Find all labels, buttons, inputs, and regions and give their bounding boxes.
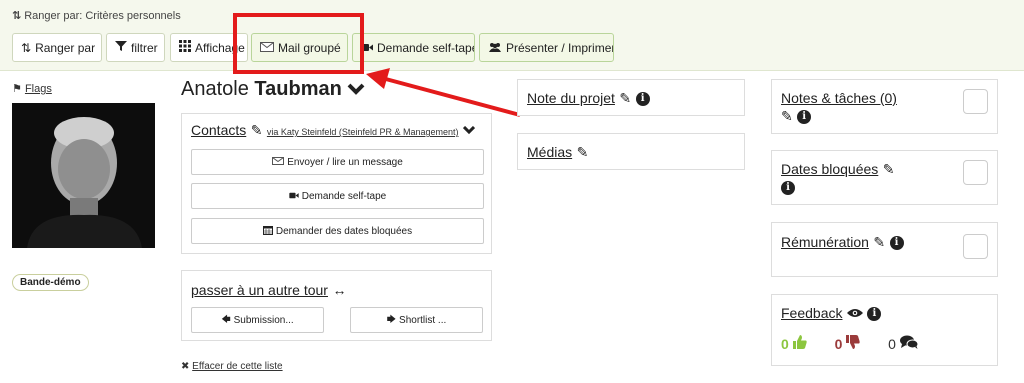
sort-caption-text: Ranger par: Critères personnels — [24, 10, 181, 22]
flag-icon: ⚑ — [12, 83, 22, 95]
remuneration-panel: Rémunération ✎ i — [771, 222, 998, 277]
pencil-icon[interactable]: ✎ — [577, 144, 589, 161]
tour-panel: passer à un autre tour ↔ 🡄 Submission...… — [181, 270, 492, 341]
feedback-title[interactable]: Feedback — [781, 305, 842, 321]
self-tape-request-label: Demande self-tape — [301, 190, 387, 202]
blocked-dates-checkbox[interactable] — [963, 160, 988, 185]
sort-icon: ⇅ — [12, 10, 22, 22]
pencil-icon[interactable]: ✎ — [781, 108, 793, 125]
send-message-button[interactable]: Envoyer / lire un message — [191, 149, 484, 175]
media-panel: Médias ✎ — [517, 133, 745, 170]
actor-name: Anatole Taubman — [181, 78, 365, 101]
flags-link[interactable]: ⚑ Flags — [12, 82, 52, 95]
display-button-label: Affichage — [195, 40, 245, 55]
demo-reel-badge[interactable]: Bande-démo — [12, 274, 89, 291]
calendar-icon — [262, 225, 273, 237]
notes-checkbox[interactable] — [963, 89, 988, 114]
remuneration-checkbox[interactable] — [963, 234, 988, 259]
shortlist-label: Shortlist ... — [399, 314, 447, 326]
users-icon — [488, 41, 502, 55]
switch-tour-title[interactable]: passer à un autre tour — [191, 282, 328, 298]
group-mail-label: Mail groupé — [278, 40, 341, 55]
submission-button[interactable]: 🡄 Submission... — [191, 307, 324, 333]
contacts-panel: Contacts ✎ via Katy Steinfeld (Steinfeld… — [181, 113, 492, 254]
envelope-icon — [272, 157, 285, 167]
present-print-label: Présenter / Imprimer — [506, 40, 614, 55]
pencil-icon[interactable]: ✎ — [619, 90, 631, 107]
sort-button-label: Ranger par — [35, 40, 96, 55]
info-icon[interactable]: i — [635, 91, 650, 106]
chevron-down-icon[interactable] — [347, 78, 365, 100]
clear-list-label: Effacer de cette liste — [192, 361, 283, 372]
video-camera-icon — [289, 191, 299, 201]
media-title[interactable]: Médias — [527, 144, 572, 160]
chevron-down-icon[interactable] — [462, 122, 476, 139]
comments-feedback[interactable]: 0 — [888, 335, 919, 352]
present-print-button[interactable]: Présenter / Imprimer — [479, 33, 614, 62]
positive-feedback[interactable]: 0 — [781, 335, 811, 352]
self-tape-toolbar-button[interactable]: Demande self-tape — [352, 33, 475, 62]
envelope-icon — [260, 41, 274, 55]
notes-panel: Notes & tâches (0) ✎ i — [771, 79, 998, 134]
arrow-left-icon: 🡄 — [221, 314, 231, 324]
grid-icon — [179, 40, 191, 55]
feedback-panel: Feedback i 0 0 0 — [771, 294, 998, 366]
filter-icon — [115, 40, 127, 55]
toolbar: ⇅ Ranger par: Critères personnels ⇅ Range… — [0, 0, 1024, 71]
project-note-panel: Note du projet ✎ i — [517, 79, 745, 116]
flags-label: Flags — [24, 83, 52, 95]
actor-last-name: Taubman — [254, 78, 342, 100]
submission-label: Submission... — [233, 314, 294, 326]
eye-icon[interactable] — [846, 305, 867, 322]
notes-title[interactable]: Notes & tâches (0) — [781, 90, 897, 106]
sort-caption: ⇅ Ranger par: Critères personnels — [12, 9, 181, 22]
pencil-icon[interactable]: ✎ — [873, 234, 885, 251]
actor-photo — [12, 103, 155, 248]
annotation-arrow — [366, 68, 521, 117]
filter-button-label: filtrer — [131, 40, 158, 55]
positive-count: 0 — [781, 336, 789, 352]
blocked-dates-title[interactable]: Dates bloquées — [781, 161, 878, 177]
project-note-title[interactable]: Note du projet — [527, 90, 615, 106]
negative-feedback[interactable]: 0 — [834, 335, 865, 352]
request-blocked-dates-button[interactable]: Demander des dates bloquées — [191, 218, 484, 244]
sort-icon: ⇅ — [21, 40, 32, 55]
contacts-title[interactable]: Contacts — [191, 122, 246, 138]
actor-first-name: Anatole — [181, 78, 249, 100]
group-mail-button[interactable]: Mail groupé — [251, 33, 348, 62]
comments-count: 0 — [888, 336, 896, 352]
request-blocked-dates-label: Demander des dates bloquées — [275, 225, 413, 237]
shortlist-button[interactable]: 🡆 Shortlist ... — [350, 307, 483, 333]
blocked-dates-panel: Dates bloquées ✎ i — [771, 150, 998, 205]
sort-button[interactable]: ⇅ Ranger par — [12, 33, 102, 62]
info-icon[interactable]: i — [797, 109, 812, 124]
comments-icon — [899, 335, 919, 352]
close-icon: ✖ — [181, 361, 190, 372]
pencil-icon[interactable]: ✎ — [883, 161, 895, 178]
clear-list-link[interactable]: ✖ Effacer de cette liste — [181, 361, 283, 372]
self-tape-toolbar-label: Demande self-tape — [377, 40, 475, 55]
thumbs-down-icon — [846, 335, 864, 352]
negative-count: 0 — [834, 336, 843, 352]
remuneration-title[interactable]: Rémunération — [781, 234, 869, 250]
arrow-right-icon: 🡆 — [386, 314, 397, 324]
left-right-arrow-icon: ↔ — [332, 282, 347, 298]
video-camera-icon — [361, 41, 373, 55]
agent-link[interactable]: via Katy Steinfeld (Steinfeld PR & Manag… — [267, 127, 459, 137]
display-button[interactable]: Affichage — [170, 33, 248, 62]
info-icon[interactable]: i — [781, 180, 795, 195]
info-icon[interactable]: i — [867, 306, 882, 321]
send-message-label: Envoyer / lire un message — [287, 156, 403, 168]
thumbs-up-icon — [792, 335, 811, 352]
pencil-icon[interactable]: ✎ — [251, 122, 263, 139]
info-icon[interactable]: i — [889, 235, 904, 250]
filter-button[interactable]: filtrer — [106, 33, 165, 62]
self-tape-request-button[interactable]: Demande self-tape — [191, 183, 484, 209]
